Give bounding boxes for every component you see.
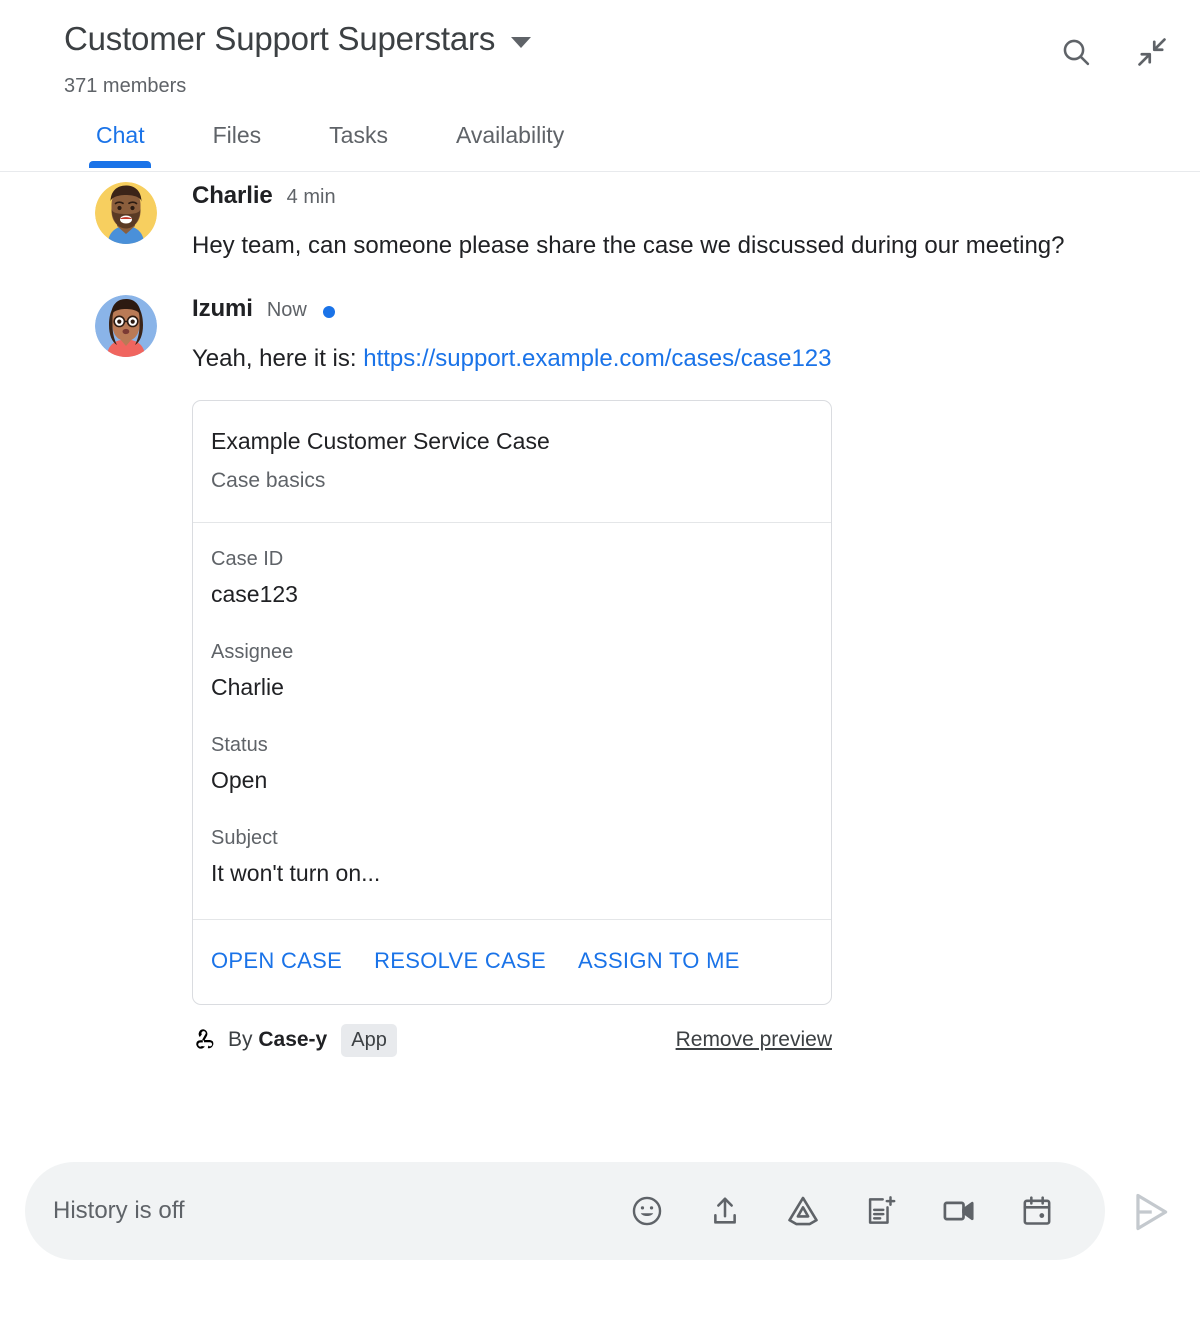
tab-tasks-label: Tasks [329, 122, 388, 148]
calendar-icon[interactable] [1017, 1191, 1057, 1231]
member-count: 371 members [64, 75, 187, 97]
page-title: Customer Support Superstars [64, 20, 496, 57]
tab-bar: Chat Files Tasks Availability [0, 120, 1200, 172]
compose-icon-row [627, 1191, 1057, 1231]
field-value: case123 [211, 581, 298, 607]
remove-preview-link[interactable]: Remove preview [676, 1028, 832, 1052]
field-value: It won't turn on... [211, 860, 381, 886]
new-document-icon[interactable] [861, 1191, 901, 1231]
field-label: Case ID [211, 548, 284, 570]
compose-bar: History is off [25, 1162, 1105, 1260]
avatar[interactable] [95, 295, 157, 357]
card-field-case-id: Case ID case123 [211, 545, 813, 610]
video-camera-icon[interactable] [939, 1191, 979, 1231]
unread-dot-icon [322, 306, 335, 318]
avatar[interactable] [95, 182, 157, 244]
card-title: Example Customer Service Case [211, 428, 550, 454]
tab-availability[interactable]: Availability [456, 120, 564, 168]
app-badge: App [341, 1023, 397, 1057]
upload-icon[interactable] [705, 1191, 745, 1231]
message-input[interactable]: History is off [53, 1197, 627, 1225]
tab-availability-label: Availability [455, 122, 565, 148]
card-field-status: Status Open [211, 731, 813, 796]
message-item: Charlie 4 min Hey team, can someone plea… [0, 172, 1200, 267]
message-timestamp: Now [266, 299, 307, 321]
room-header: Customer Support Superstars 371 members [0, 0, 1200, 172]
card-fields: Case ID case123 Assignee Charlie Status … [193, 523, 831, 920]
case-link[interactable]: https://support.example.com/cases/case12… [363, 345, 831, 372]
card-header: Example Customer Service Case Case basic… [193, 401, 831, 523]
case-preview-card: Example Customer Service Case Case basic… [192, 400, 832, 1005]
resolve-case-button[interactable]: RESOLVE CASE [374, 948, 546, 974]
card-action-bar: OPEN CASE RESOLVE CASE ASSIGN TO ME [193, 920, 831, 1004]
tab-chat-label: Chat [96, 122, 145, 148]
google-drive-icon[interactable] [783, 1191, 823, 1231]
card-subtitle: Case basics [211, 469, 326, 492]
field-value: Charlie [211, 674, 284, 700]
message-item: Izumi Now Yeah, here it is: https://supp… [0, 267, 1200, 1057]
message-header: Izumi Now [192, 295, 1200, 329]
assign-to-me-button[interactable]: ASSIGN TO ME [578, 948, 740, 974]
message-text: Yeah, here it is: https://support.exampl… [192, 337, 1092, 380]
field-label: Status [211, 734, 268, 756]
header-actions [1058, 34, 1170, 70]
message-list: Charlie 4 min Hey team, can someone plea… [0, 172, 1200, 1132]
by-prefix: By [228, 1028, 259, 1051]
message-text-prefix: Yeah, here it is: [192, 345, 364, 372]
message-timestamp: 4 min [286, 186, 336, 208]
field-label: Subject [211, 827, 278, 849]
tab-tasks[interactable]: Tasks [329, 120, 388, 168]
send-button[interactable] [1128, 1189, 1174, 1235]
card-attribution-bar: By Case-y App Remove preview [192, 1023, 832, 1057]
tab-files-label: Files [212, 122, 262, 148]
compose-area: History is off [0, 1162, 1200, 1260]
message-sender: Charlie [192, 182, 273, 209]
app-attribution: By Case-y [228, 1028, 327, 1052]
chevron-down-icon[interactable] [511, 36, 532, 48]
card-field-assignee: Assignee Charlie [211, 638, 813, 703]
tab-files[interactable]: Files [213, 120, 262, 168]
message-sender: Izumi [192, 295, 253, 322]
open-case-button[interactable]: OPEN CASE [211, 948, 342, 974]
search-icon[interactable] [1058, 34, 1094, 70]
message-text: Hey team, can someone please share the c… [192, 232, 1065, 259]
chat-room-window: Customer Support Superstars 371 members [0, 0, 1200, 1336]
collapse-icon[interactable] [1134, 34, 1170, 70]
emoji-icon[interactable] [627, 1191, 667, 1231]
field-value: Open [211, 767, 268, 793]
card-field-subject: Subject It won't turn on... [211, 824, 813, 889]
room-title-group[interactable]: Customer Support Superstars [64, 18, 532, 60]
app-name: Case-y [258, 1028, 328, 1051]
message-header: Charlie 4 min [192, 182, 1200, 216]
webhook-icon [192, 1027, 218, 1053]
tab-chat[interactable]: Chat [96, 120, 145, 168]
field-label: Assignee [211, 641, 294, 663]
